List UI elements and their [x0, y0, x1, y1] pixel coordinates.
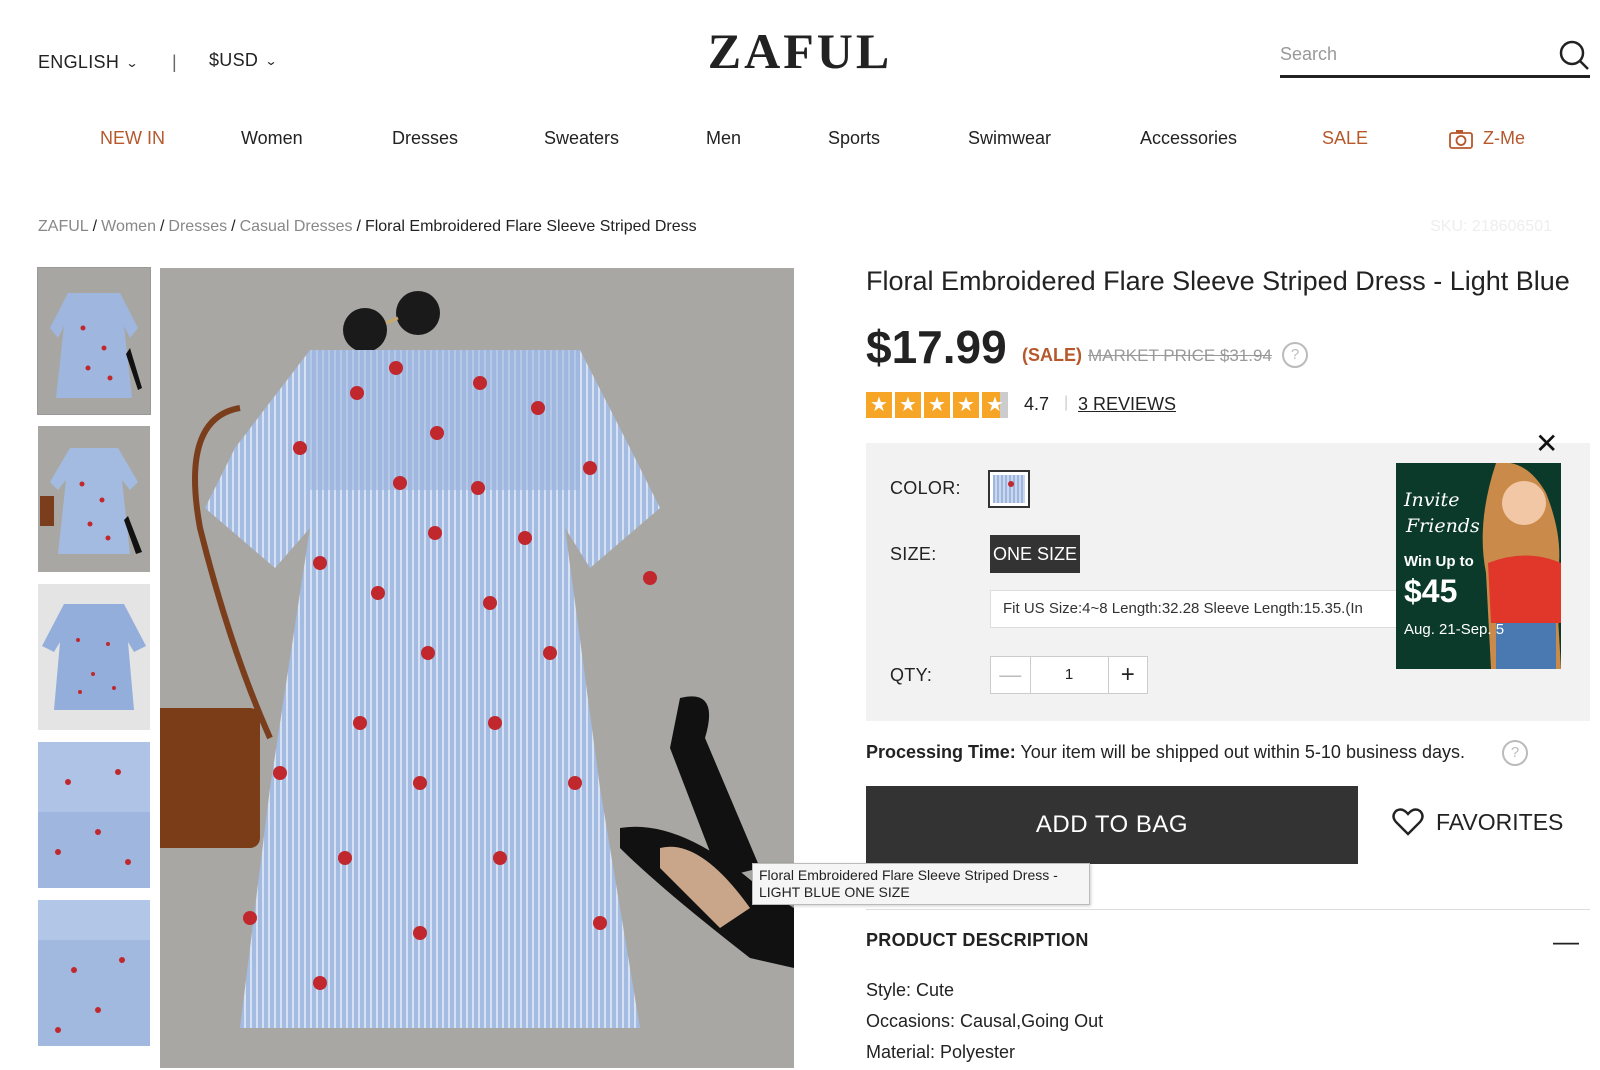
nav-z-me[interactable]: Z-Me — [1449, 128, 1525, 149]
dress-thumbnail-image — [38, 900, 150, 1046]
product-description-heading[interactable]: PRODUCT DESCRIPTION — [866, 930, 1089, 951]
qty-input[interactable]: 1 — [1031, 657, 1108, 693]
dress-thumbnail-image — [38, 742, 150, 888]
heart-icon — [1392, 808, 1424, 836]
close-icon[interactable]: ✕ — [1535, 430, 1558, 458]
breadcrumb-women[interactable]: Women — [101, 218, 156, 235]
sku-label: SKU: 218606501 — [1430, 218, 1552, 235]
breadcrumb-dresses[interactable]: Dresses — [168, 218, 227, 235]
nav-sweaters[interactable]: Sweaters — [544, 128, 619, 149]
star-icon: ★ — [953, 392, 979, 418]
promo-dates: Aug. 21-Sep. 5 — [1404, 621, 1505, 638]
search-icon[interactable] — [1558, 38, 1590, 74]
qty-increase-button[interactable]: + — [1107, 657, 1148, 693]
main-product-image[interactable] — [160, 268, 794, 1068]
dress-thumbnail-image — [38, 584, 150, 730]
product-price: $17.99 — [866, 321, 1007, 373]
nav-swimwear[interactable]: Swimwear — [968, 128, 1051, 149]
camera-icon — [1449, 129, 1473, 149]
promo-line3: Win Up to — [1404, 553, 1474, 570]
breadcrumb-current: Floral Embroidered Flare Sleeve Striped … — [364, 218, 697, 235]
favorites-label: FAVORITES — [1436, 808, 1564, 835]
star-half-icon: ★ — [982, 392, 1008, 418]
search-bar[interactable]: Search — [1280, 38, 1590, 78]
nav-women[interactable]: Women — [241, 128, 303, 149]
image-tooltip: Floral Embroidered Flare Sleeve Striped … — [752, 863, 1090, 905]
search-input[interactable]: Search — [1280, 44, 1337, 65]
description-material: Material: Polyester — [866, 1042, 1016, 1062]
thumbnail-1[interactable] — [37, 267, 151, 415]
star-icon: ★ — [924, 392, 950, 418]
dress-thumbnail-image — [38, 426, 150, 572]
promo-line1: Invite — [1404, 489, 1460, 511]
quantity-stepper: — 1 + — [990, 656, 1148, 694]
reviews-link[interactable]: 3 REVIEWS — [1078, 394, 1176, 415]
qty-decrease-button[interactable]: — — [991, 657, 1031, 693]
sale-label: (SALE) — [1022, 345, 1082, 365]
rating-value: 4.7 — [1024, 394, 1050, 414]
breadcrumb-zaful[interactable]: ZAFUL — [38, 218, 89, 235]
star-icon: ★ — [895, 392, 921, 418]
description-occasions: Occasions: Causal,Going Out — [866, 1011, 1104, 1031]
dress-photo — [160, 268, 794, 1068]
qty-label: QTY: — [890, 665, 933, 685]
processing-label: Processing Time: — [866, 742, 1016, 762]
section-divider — [866, 909, 1590, 910]
thumbnail-2[interactable] — [38, 426, 150, 572]
dress-thumbnail-image — [38, 268, 150, 414]
rating-separator: | — [1064, 394, 1069, 411]
help-icon[interactable]: ? — [1282, 342, 1308, 368]
product-title: Floral Embroidered Flare Sleeve Striped … — [866, 266, 1570, 296]
promo-amount: $45 — [1404, 573, 1458, 609]
nav-accessories[interactable]: Accessories — [1140, 128, 1237, 149]
thumbnail-5[interactable] — [38, 900, 150, 1046]
tooltip-line2: LIGHT BLUE ONE SIZE — [759, 884, 910, 900]
thumbnail-3[interactable] — [38, 584, 150, 730]
processing-time: Processing Time: Your item will be shipp… — [866, 742, 1465, 763]
breadcrumb-casual-dresses[interactable]: Casual Dresses — [240, 218, 353, 235]
nav-dresses[interactable]: Dresses — [392, 128, 458, 149]
processing-text: Your item will be shipped out within 5-1… — [1020, 742, 1466, 762]
thumbnail-4[interactable] — [38, 742, 150, 888]
market-price: MARKET PRICE $31.94 — [1088, 346, 1272, 365]
description-style: Style: Cute — [866, 980, 955, 1000]
tooltip-line1: Floral Embroidered Flare Sleeve Striped … — [759, 867, 1058, 883]
nav-new-in[interactable]: NEW IN — [100, 128, 165, 149]
main-nav: NEW IN Women Dresses Sweaters Men Sports… — [0, 128, 1600, 154]
add-to-bag-button[interactable]: ADD TO BAG — [866, 786, 1358, 864]
nav-sports[interactable]: Sports — [828, 128, 880, 149]
breadcrumb: ZAFUL / Women / Dresses / Casual Dresses / Flora… — [38, 218, 697, 235]
size-info: Fit US Size:4~8 Length:32.28 Sleeve Leng… — [990, 590, 1404, 628]
invite-friends-promo[interactable]: Invite Friends Win Up to $45 Aug. 21-Sep… — [1396, 463, 1561, 669]
nav-men[interactable]: Men — [706, 128, 741, 149]
rating-stars: ★ ★ ★ ★ ★ — [866, 392, 1008, 418]
collapse-icon[interactable]: — — [1553, 926, 1579, 957]
help-icon[interactable]: ? — [1502, 740, 1528, 766]
size-label: SIZE: — [890, 544, 937, 564]
size-option-one-size[interactable]: ONE SIZE — [990, 535, 1080, 573]
nav-z-me-label: Z-Me — [1483, 128, 1525, 148]
color-label: COLOR: — [890, 478, 961, 498]
favorites-button[interactable]: FAVORITES — [1392, 808, 1563, 836]
nav-sale[interactable]: SALE — [1322, 128, 1368, 149]
promo-line2: Friends — [1406, 515, 1480, 537]
star-icon: ★ — [866, 392, 892, 418]
color-swatch-light-blue[interactable] — [988, 470, 1030, 508]
